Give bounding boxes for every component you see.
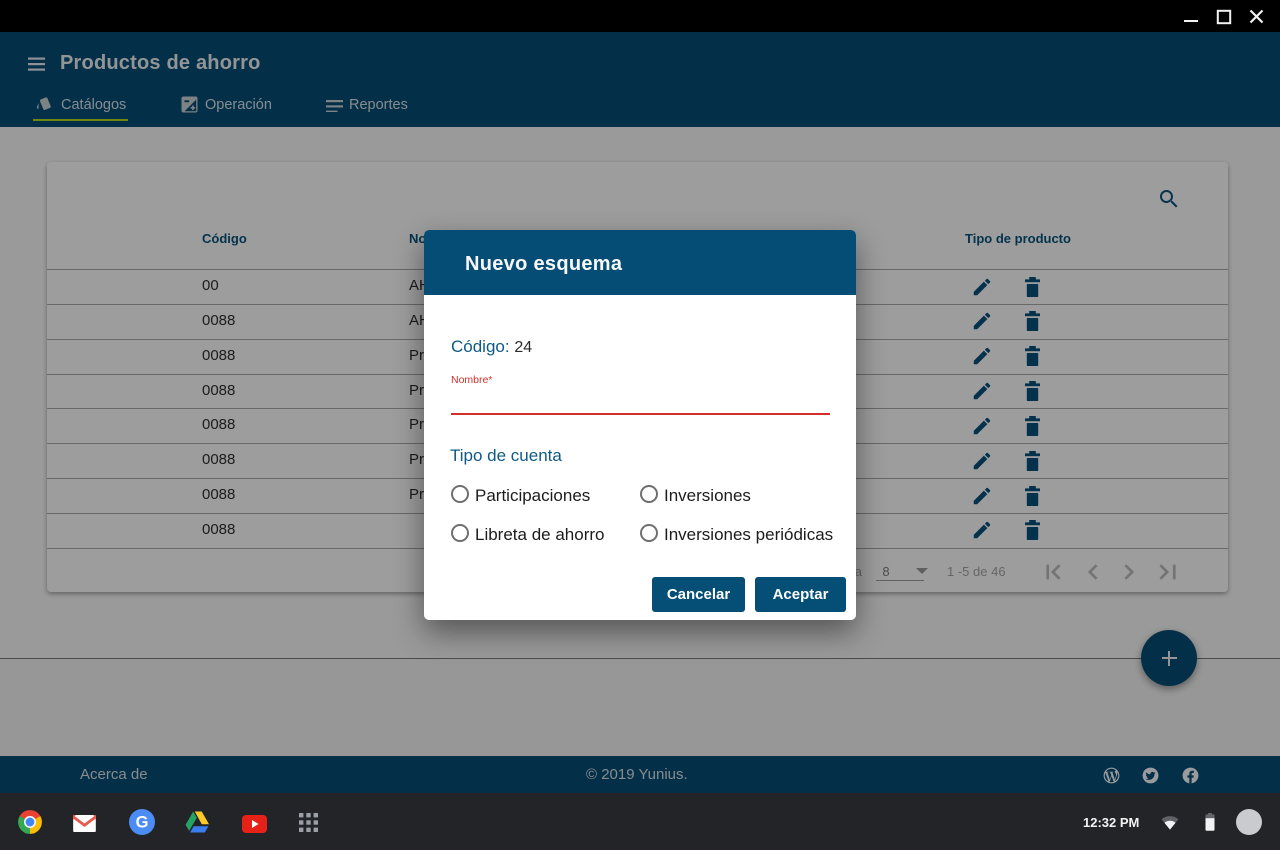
svg-text:G: G — [136, 814, 149, 832]
